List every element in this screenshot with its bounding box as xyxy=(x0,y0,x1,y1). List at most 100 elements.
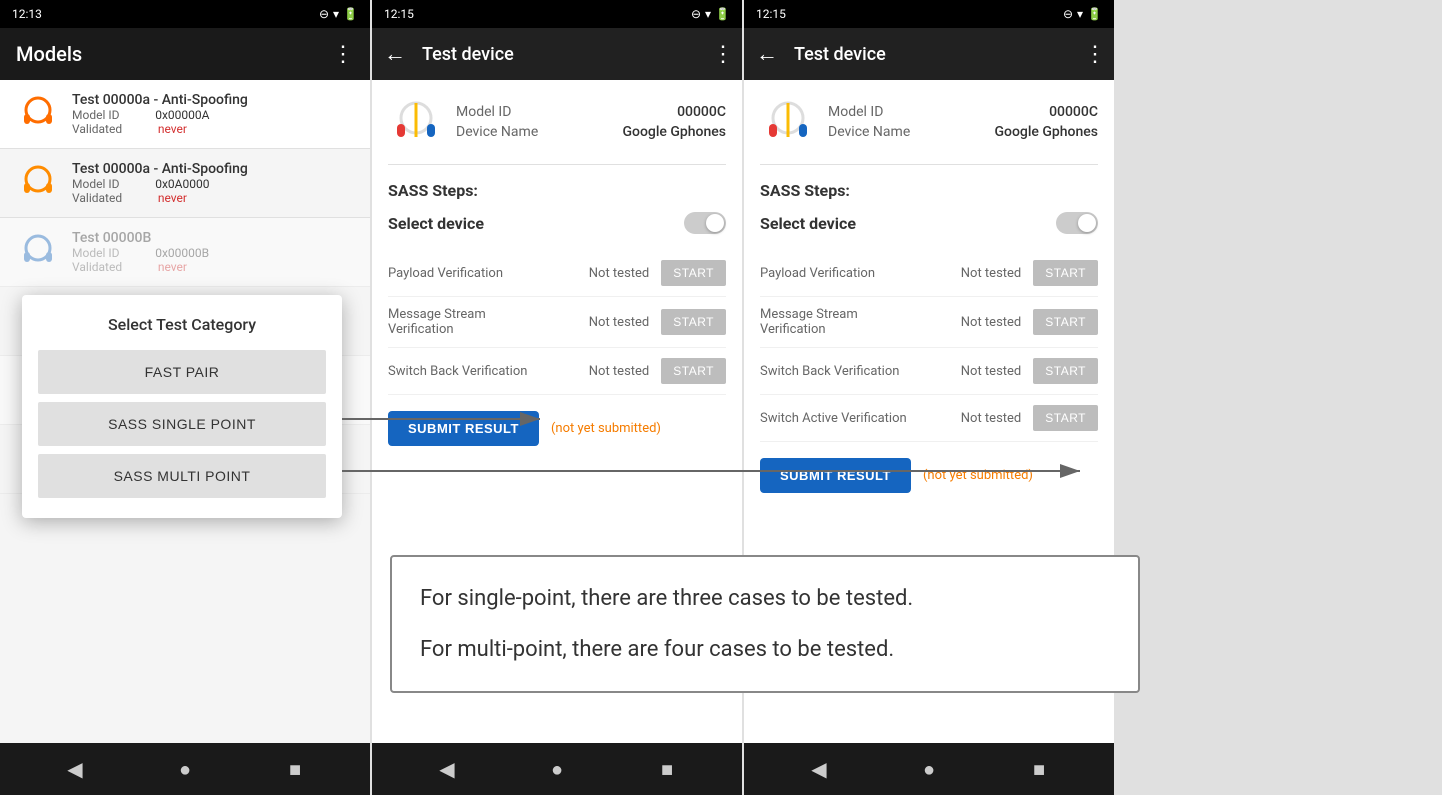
test-label-message-3: Message StreamVerification xyxy=(760,307,941,337)
overflow-menu-btn[interactable]: ⋮ xyxy=(332,42,354,67)
home-nav-btn-2[interactable]: ● xyxy=(537,749,577,789)
status-icons-1: ⊖ ▾ 🔋 xyxy=(319,7,358,21)
select-device-toggle-3[interactable] xyxy=(1056,212,1098,234)
test-label-switchactive-3: Switch Active Verification xyxy=(760,411,941,426)
start-btn-message-2[interactable]: START xyxy=(661,309,726,335)
test-row-message-2: Message StreamVerification Not tested ST… xyxy=(388,297,726,348)
test-app-bar-2: ← Test device ⋮ xyxy=(372,28,742,80)
test-row-payload-2: Payload Verification Not tested START xyxy=(388,250,726,297)
sass-title-3: SASS Steps: xyxy=(760,181,1098,200)
home-nav-btn-3[interactable]: ● xyxy=(909,749,949,789)
time-1: 12:13 xyxy=(12,7,42,21)
not-submitted-3: (not yet submitted) xyxy=(923,468,1033,483)
list-item[interactable]: Test 00000a - Anti-Spoofing Model ID 0x0… xyxy=(0,149,370,218)
select-device-row-2: Select device xyxy=(388,212,726,234)
sass-title-2: SASS Steps: xyxy=(388,181,726,200)
nav-bar-1: ◀ ● ■ xyxy=(0,743,370,795)
sass-single-point-btn[interactable]: SASS SINGLE POINT xyxy=(38,402,326,446)
toggle-knob-2 xyxy=(706,214,724,232)
start-btn-payload-3[interactable]: START xyxy=(1033,260,1098,286)
list-item[interactable]: Test 00000a - Anti-Spoofing Model ID 0x0… xyxy=(0,80,370,149)
start-btn-message-3[interactable]: START xyxy=(1033,309,1098,335)
fast-pair-btn[interactable]: FAST PAIR xyxy=(38,350,326,394)
model-validated-3: Validated never xyxy=(72,260,354,274)
select-device-label-2: Select device xyxy=(388,214,484,233)
device-icon-2 xyxy=(388,96,444,152)
model-info-2: Test 00000a - Anti-Spoofing Model ID 0x0… xyxy=(72,161,354,205)
status-icons-3: ⊖ ▾ 🔋 xyxy=(1063,7,1102,21)
time-2: 12:15 xyxy=(384,7,414,21)
test-row-payload-3: Payload Verification Not tested START xyxy=(760,250,1098,297)
overflow-2[interactable]: ⋮ xyxy=(712,42,734,67)
model-id-row-3: Model ID 00000C xyxy=(828,104,1098,120)
sync-icon-3: ⊖ xyxy=(1063,7,1073,21)
model-sub-3: Model ID 0x00000B xyxy=(72,246,354,260)
model-name-1: Test 00000a - Anti-Spoofing xyxy=(72,92,354,108)
not-submitted-2: (not yet submitted) xyxy=(551,421,661,436)
device-icon-3 xyxy=(760,96,816,152)
status-bar-1: 12:13 ⊖ ▾ 🔋 xyxy=(0,0,370,28)
phone-1: 12:13 ⊖ ▾ 🔋 Models ⋮ Test 00000a - Anti-… xyxy=(0,0,370,795)
battery-icon-2: 🔋 xyxy=(715,7,730,21)
sass-multi-point-btn[interactable]: SASS MULTI POINT xyxy=(38,454,326,498)
test-row-switchactive-3: Switch Active Verification Not tested ST… xyxy=(760,395,1098,442)
test-row-switchback-3: Switch Back Verification Not tested STAR… xyxy=(760,348,1098,395)
model-name-2: Test 00000a - Anti-Spoofing xyxy=(72,161,354,177)
select-device-label-3: Select device xyxy=(760,214,856,233)
model-sub-1: Model ID 0x00000A xyxy=(72,108,354,122)
test-label-switchback-3: Switch Back Verification xyxy=(760,364,941,379)
annotation-box: For single-point, there are three cases … xyxy=(390,555,1140,693)
start-btn-switchactive-3[interactable]: START xyxy=(1033,405,1098,431)
overflow-3[interactable]: ⋮ xyxy=(1084,42,1106,67)
recent-nav-btn-3[interactable]: ■ xyxy=(1019,749,1059,789)
app-bar-1: Models ⋮ xyxy=(0,28,370,80)
list-item[interactable]: Test 00000B Model ID 0x00000B Validated … xyxy=(0,218,370,287)
status-bar-2: 12:15 ⊖ ▾ 🔋 xyxy=(372,0,742,28)
back-nav-btn[interactable]: ◀ xyxy=(55,749,95,789)
model-info-1: Test 00000a - Anti-Spoofing Model ID 0x0… xyxy=(72,92,354,136)
select-device-toggle-2[interactable] xyxy=(684,212,726,234)
test-status-switchback-2: Not tested xyxy=(569,364,649,379)
model-icon-1 xyxy=(16,92,60,136)
test-status-payload-2: Not tested xyxy=(569,266,649,281)
time-3: 12:15 xyxy=(756,7,786,21)
annotation-line-2: For multi-point, there are four cases to… xyxy=(420,632,1110,667)
recent-nav-btn-2[interactable]: ■ xyxy=(647,749,687,789)
start-btn-switchback-3[interactable]: START xyxy=(1033,358,1098,384)
test-status-switchactive-3: Not tested xyxy=(941,411,1021,426)
model-validated-2: Validated never xyxy=(72,191,354,205)
test-title-2: Test device xyxy=(422,44,704,65)
nav-bar-3: ◀ ● ■ xyxy=(744,743,1114,795)
model-name-3: Test 00000B xyxy=(72,230,354,246)
start-btn-payload-2[interactable]: START xyxy=(661,260,726,286)
model-icon-3 xyxy=(16,230,60,274)
back-nav-btn-2[interactable]: ◀ xyxy=(427,749,467,789)
test-label-switchback-2: Switch Back Verification xyxy=(388,364,569,379)
battery-icon-3: 🔋 xyxy=(1087,7,1102,21)
back-btn-2[interactable]: ← xyxy=(376,33,414,75)
sync-icon: ⊖ xyxy=(319,7,329,21)
wifi-icon-2: ▾ xyxy=(705,7,711,21)
model-id-row-2: Model ID 00000C xyxy=(456,104,726,120)
recent-nav-btn[interactable]: ■ xyxy=(275,749,315,789)
test-label-payload-2: Payload Verification xyxy=(388,266,569,281)
device-name-row-2: Device Name Google Gphones xyxy=(456,124,726,140)
status-icons-2: ⊖ ▾ 🔋 xyxy=(691,7,730,21)
select-device-row-3: Select device xyxy=(760,212,1098,234)
submit-result-btn-3[interactable]: SUBMIT RESULT xyxy=(760,458,911,493)
back-btn-3[interactable]: ← xyxy=(748,33,786,75)
test-status-payload-3: Not tested xyxy=(941,266,1021,281)
submit-row-3: SUBMIT RESULT (not yet submitted) xyxy=(760,458,1098,493)
submit-result-btn-2[interactable]: SUBMIT RESULT xyxy=(388,411,539,446)
test-row-message-3: Message StreamVerification Not tested ST… xyxy=(760,297,1098,348)
device-info-3: Model ID 00000C Device Name Google Gphon… xyxy=(828,104,1098,144)
nav-bar-2: ◀ ● ■ xyxy=(372,743,742,795)
test-row-switchback-2: Switch Back Verification Not tested STAR… xyxy=(388,348,726,395)
back-nav-btn-3[interactable]: ◀ xyxy=(799,749,839,789)
home-nav-btn[interactable]: ● xyxy=(165,749,205,789)
start-btn-switchback-2[interactable]: START xyxy=(661,358,726,384)
dialog-title: Select Test Category xyxy=(38,315,326,334)
test-title-3: Test device xyxy=(794,44,1076,65)
toggle-knob-3 xyxy=(1078,214,1096,232)
wifi-icon-3: ▾ xyxy=(1077,7,1083,21)
